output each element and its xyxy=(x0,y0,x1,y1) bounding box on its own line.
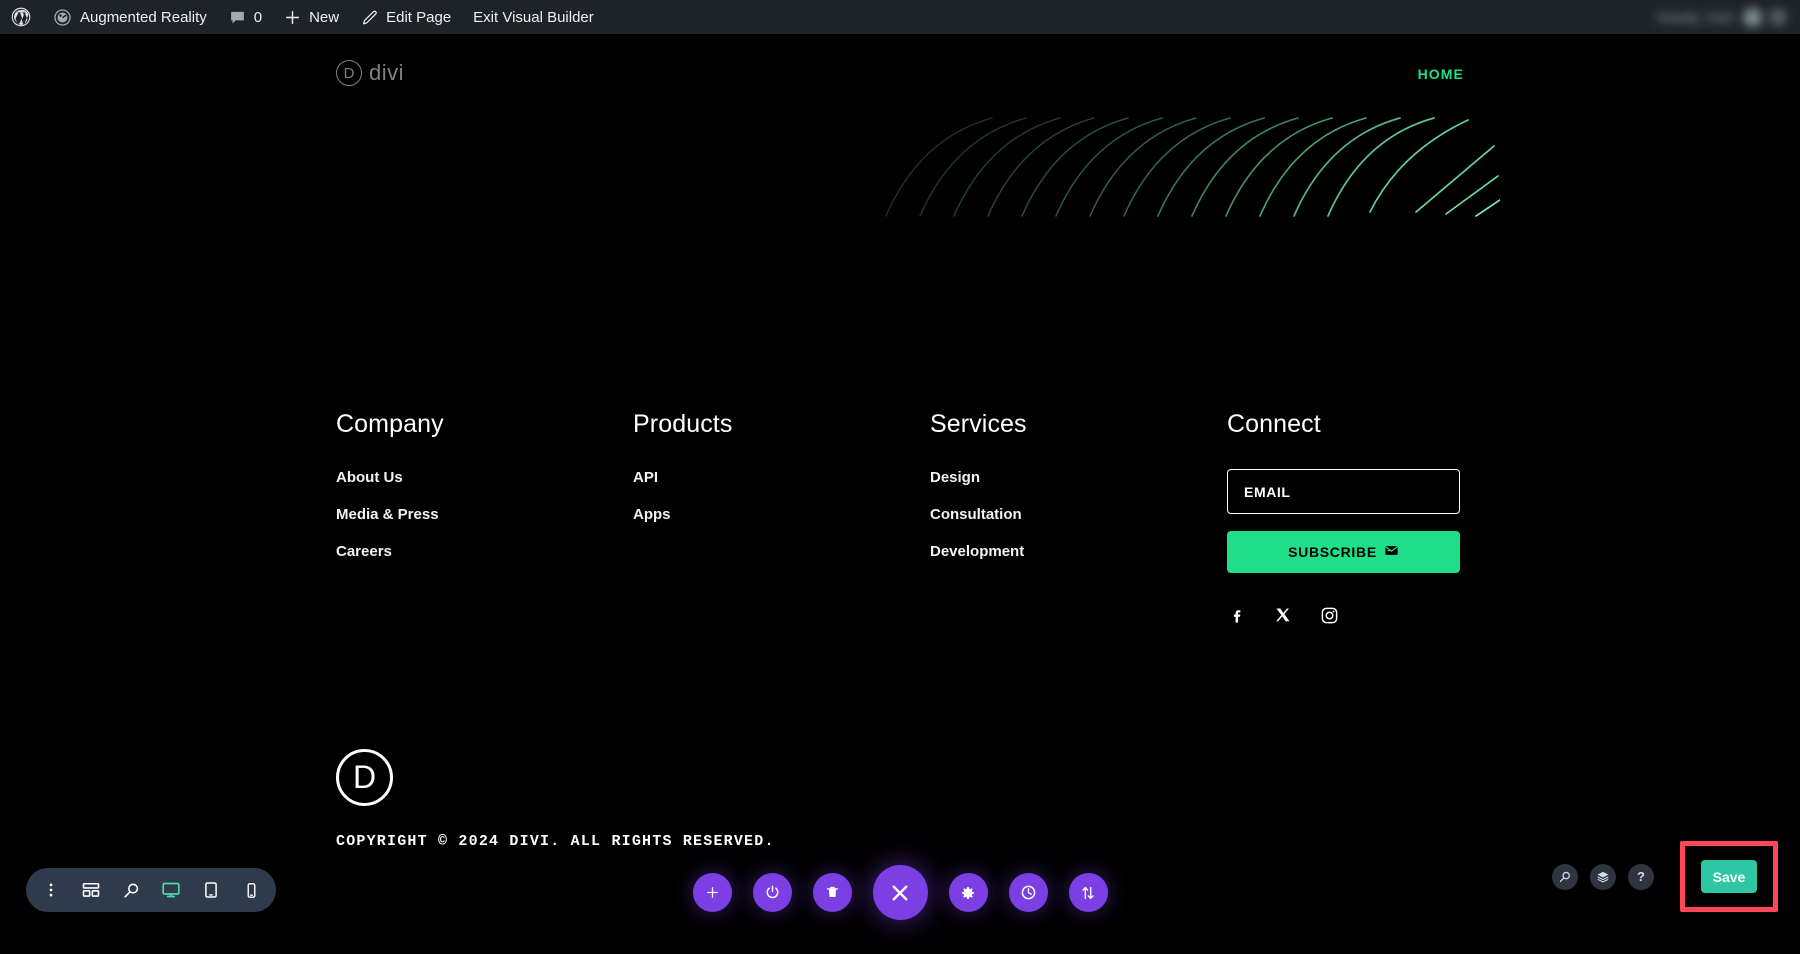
pencil-icon xyxy=(361,9,378,26)
admin-bar-edit-page-label: Edit Page xyxy=(386,9,451,26)
history-clock-icon[interactable] xyxy=(1009,873,1048,912)
zoom-out-view-icon[interactable] xyxy=(112,871,150,909)
footer-heading-products: Products xyxy=(633,410,732,439)
footer-link-careers[interactable]: Careers xyxy=(336,543,444,560)
decorative-arc-lines xyxy=(880,112,1500,222)
admin-bar-exit-visual-builder[interactable]: Exit Visual Builder xyxy=(462,0,605,34)
subscribe-button[interactable]: SUBSCRIBE xyxy=(1227,531,1460,573)
admin-bar-site-name-label: Augmented Reality xyxy=(80,9,207,26)
wireframe-view-icon[interactable] xyxy=(72,871,110,909)
admin-bar-wordpress-logo[interactable] xyxy=(0,0,42,34)
footer-link-development[interactable]: Development xyxy=(930,543,1027,560)
facebook-icon[interactable] xyxy=(1227,605,1247,625)
admin-bar-account-obscured[interactable]: Howdy, User xyxy=(1656,8,1786,27)
admin-bar-edit-page[interactable]: Edit Page xyxy=(350,0,462,34)
admin-bar-comment-count: 0 xyxy=(254,9,262,26)
tablet-view-icon[interactable] xyxy=(192,871,230,909)
phone-view-icon[interactable] xyxy=(232,871,270,909)
footer-link-design[interactable]: Design xyxy=(930,469,1027,486)
footer-heading-connect: Connect xyxy=(1227,410,1460,439)
divi-logo-mark: D xyxy=(336,60,362,86)
save-button[interactable]: Save xyxy=(1701,860,1757,893)
dashboard-icon xyxy=(53,8,72,27)
power-toggle-icon[interactable] xyxy=(753,873,792,912)
footer-link-about-us[interactable]: About Us xyxy=(336,469,444,486)
avatar xyxy=(1743,8,1762,27)
admin-bar-right-group: Howdy, User xyxy=(1656,0,1800,34)
save-button-highlight: Save xyxy=(1680,841,1778,912)
footer-link-media-press[interactable]: Media & Press xyxy=(336,506,444,523)
account-name-blurred: Howdy, User xyxy=(1656,9,1735,25)
help-icon[interactable]: ? xyxy=(1628,864,1654,890)
footer-heading-company: Company xyxy=(336,410,444,439)
site-logo[interactable]: D divi xyxy=(336,60,404,86)
search-icon[interactable] xyxy=(1552,864,1578,890)
fullscreen-icon[interactable] xyxy=(1770,9,1786,25)
page-canvas: D divi HOME Compa xyxy=(0,34,1800,954)
instagram-icon[interactable] xyxy=(1319,605,1339,625)
footer-heading-services: Services xyxy=(930,410,1027,439)
plus-icon xyxy=(284,9,301,26)
close-menu-icon[interactable] xyxy=(873,865,928,920)
add-section-icon[interactable] xyxy=(693,873,732,912)
divi-logo-text: divi xyxy=(369,60,404,86)
divi-logo-mark-large: D xyxy=(336,749,393,806)
admin-bar-comments[interactable]: 0 xyxy=(218,0,273,34)
layers-icon[interactable] xyxy=(1590,864,1616,890)
desktop-view-icon[interactable] xyxy=(152,871,190,909)
admin-bar-new-label: New xyxy=(309,9,339,26)
nav-item-home[interactable]: HOME xyxy=(1418,66,1464,82)
admin-bar-new-content[interactable]: New xyxy=(273,0,350,34)
builder-left-toolbar xyxy=(26,868,276,912)
builder-right-toolbar: ? Save xyxy=(1552,841,1778,912)
portability-icon[interactable] xyxy=(1069,873,1108,912)
settings-gear-icon[interactable] xyxy=(949,873,988,912)
copyright-text: COPYRIGHT © 2024 DIVI. ALL RIGHTS RESERV… xyxy=(336,833,775,850)
footer-column-services: Services Design Consultation Development xyxy=(930,410,1027,580)
wordpress-admin-bar: Augmented Reality 0 New Edit Page Exit V… xyxy=(0,0,1800,34)
email-input[interactable] xyxy=(1227,469,1460,514)
x-twitter-icon[interactable] xyxy=(1273,605,1293,625)
envelope-icon xyxy=(1384,543,1399,561)
footer-link-consultation[interactable]: Consultation xyxy=(930,506,1027,523)
footer-link-api[interactable]: API xyxy=(633,469,732,486)
footer-link-apps[interactable]: Apps xyxy=(633,506,732,523)
footer-column-company: Company About Us Media & Press Careers xyxy=(336,410,444,580)
comment-bubble-icon xyxy=(229,9,246,26)
trash-icon[interactable] xyxy=(813,873,852,912)
footer-column-products: Products API Apps xyxy=(633,410,732,543)
admin-bar-site-name[interactable]: Augmented Reality xyxy=(42,0,218,34)
footer-column-connect: Connect SUBSCRIBE xyxy=(1227,410,1460,625)
wordpress-icon xyxy=(11,7,31,27)
more-options-icon[interactable] xyxy=(32,871,70,909)
admin-bar-exit-label: Exit Visual Builder xyxy=(473,9,594,26)
site-header: D divi HOME xyxy=(0,44,1800,104)
divi-logo-mark-large-letter: D xyxy=(353,761,376,793)
subscribe-button-label: SUBSCRIBE xyxy=(1288,544,1377,560)
social-links xyxy=(1227,605,1460,625)
